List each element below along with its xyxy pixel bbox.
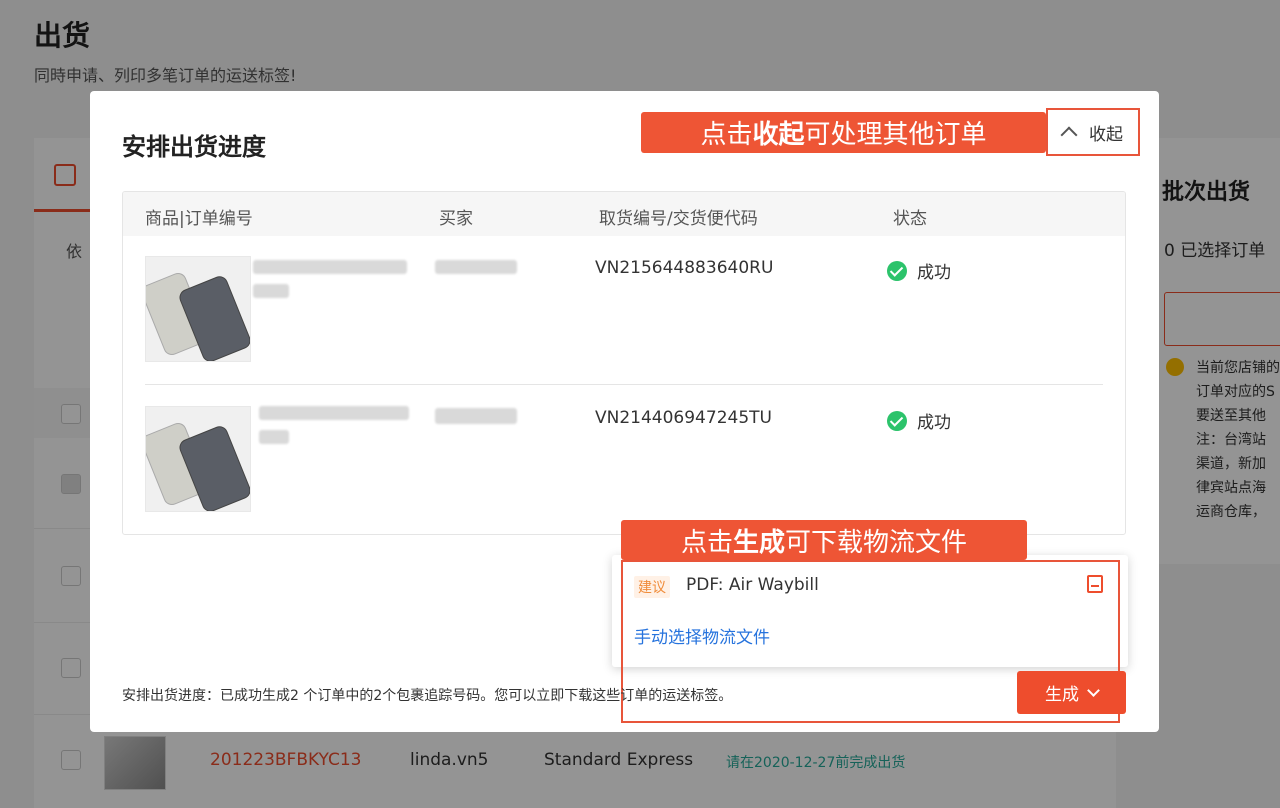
blurred-order-id [259, 430, 289, 444]
collapse-label: 收起 [1089, 124, 1123, 145]
chevron-up-icon [1060, 126, 1078, 144]
blurred-product-name [253, 260, 407, 274]
phone-image [146, 257, 250, 361]
generate-button[interactable]: 生成 [1017, 671, 1126, 714]
row-divider [145, 384, 1103, 385]
product-image [145, 406, 251, 512]
annotation-generate-hint: 点击 生成 可下载物流文件 [621, 520, 1027, 560]
header-product-order: 商品|订单编号 [145, 209, 253, 229]
header-status: 状态 [893, 209, 927, 229]
table-header: 商品|订单编号 买家 取货编号/交货便代码 状态 [123, 192, 1125, 236]
product-image [145, 256, 251, 362]
annotation-collapse-hint: 点击 收起 可处理其他订单 [641, 112, 1046, 153]
progress-summary: 安排出货进度：已成功生成2 个订单中的2个包裹追踪号码。您可以立即下载这些订单的… [122, 688, 733, 704]
generate-label: 生成 [1045, 685, 1079, 705]
blurred-order-id [253, 284, 289, 298]
table-row: VN214406947245TU 成功 [123, 386, 1125, 534]
header-tracking: 取货编号/交货便代码 [599, 209, 758, 229]
header-buyer: 买家 [439, 209, 473, 229]
check-circle-icon [887, 410, 907, 431]
status-badge: 成功 [887, 258, 951, 283]
collapse-button[interactable]: 收起 [1046, 108, 1140, 156]
chevron-down-icon [1087, 684, 1100, 697]
blurred-buyer [435, 260, 517, 274]
ship-progress-modal: 安排出货进度 点击 收起 可处理其他订单 收起 商品|订单编号 买家 取货编号/交货… [90, 91, 1159, 732]
progress-table: 商品|订单编号 买家 取货编号/交货便代码 状态 VN215644883640R… [122, 191, 1126, 535]
tracking-number: VN215644883640RU [595, 258, 774, 278]
blurred-product-name [259, 406, 409, 420]
check-circle-icon [887, 260, 907, 281]
table-row: VN215644883640RU 成功 [123, 236, 1125, 386]
modal-title: 安排出货进度 [122, 133, 266, 161]
phone-image [146, 407, 250, 511]
tracking-number: VN214406947245TU [595, 408, 772, 428]
status-badge: 成功 [887, 408, 951, 433]
blurred-buyer [435, 408, 517, 424]
